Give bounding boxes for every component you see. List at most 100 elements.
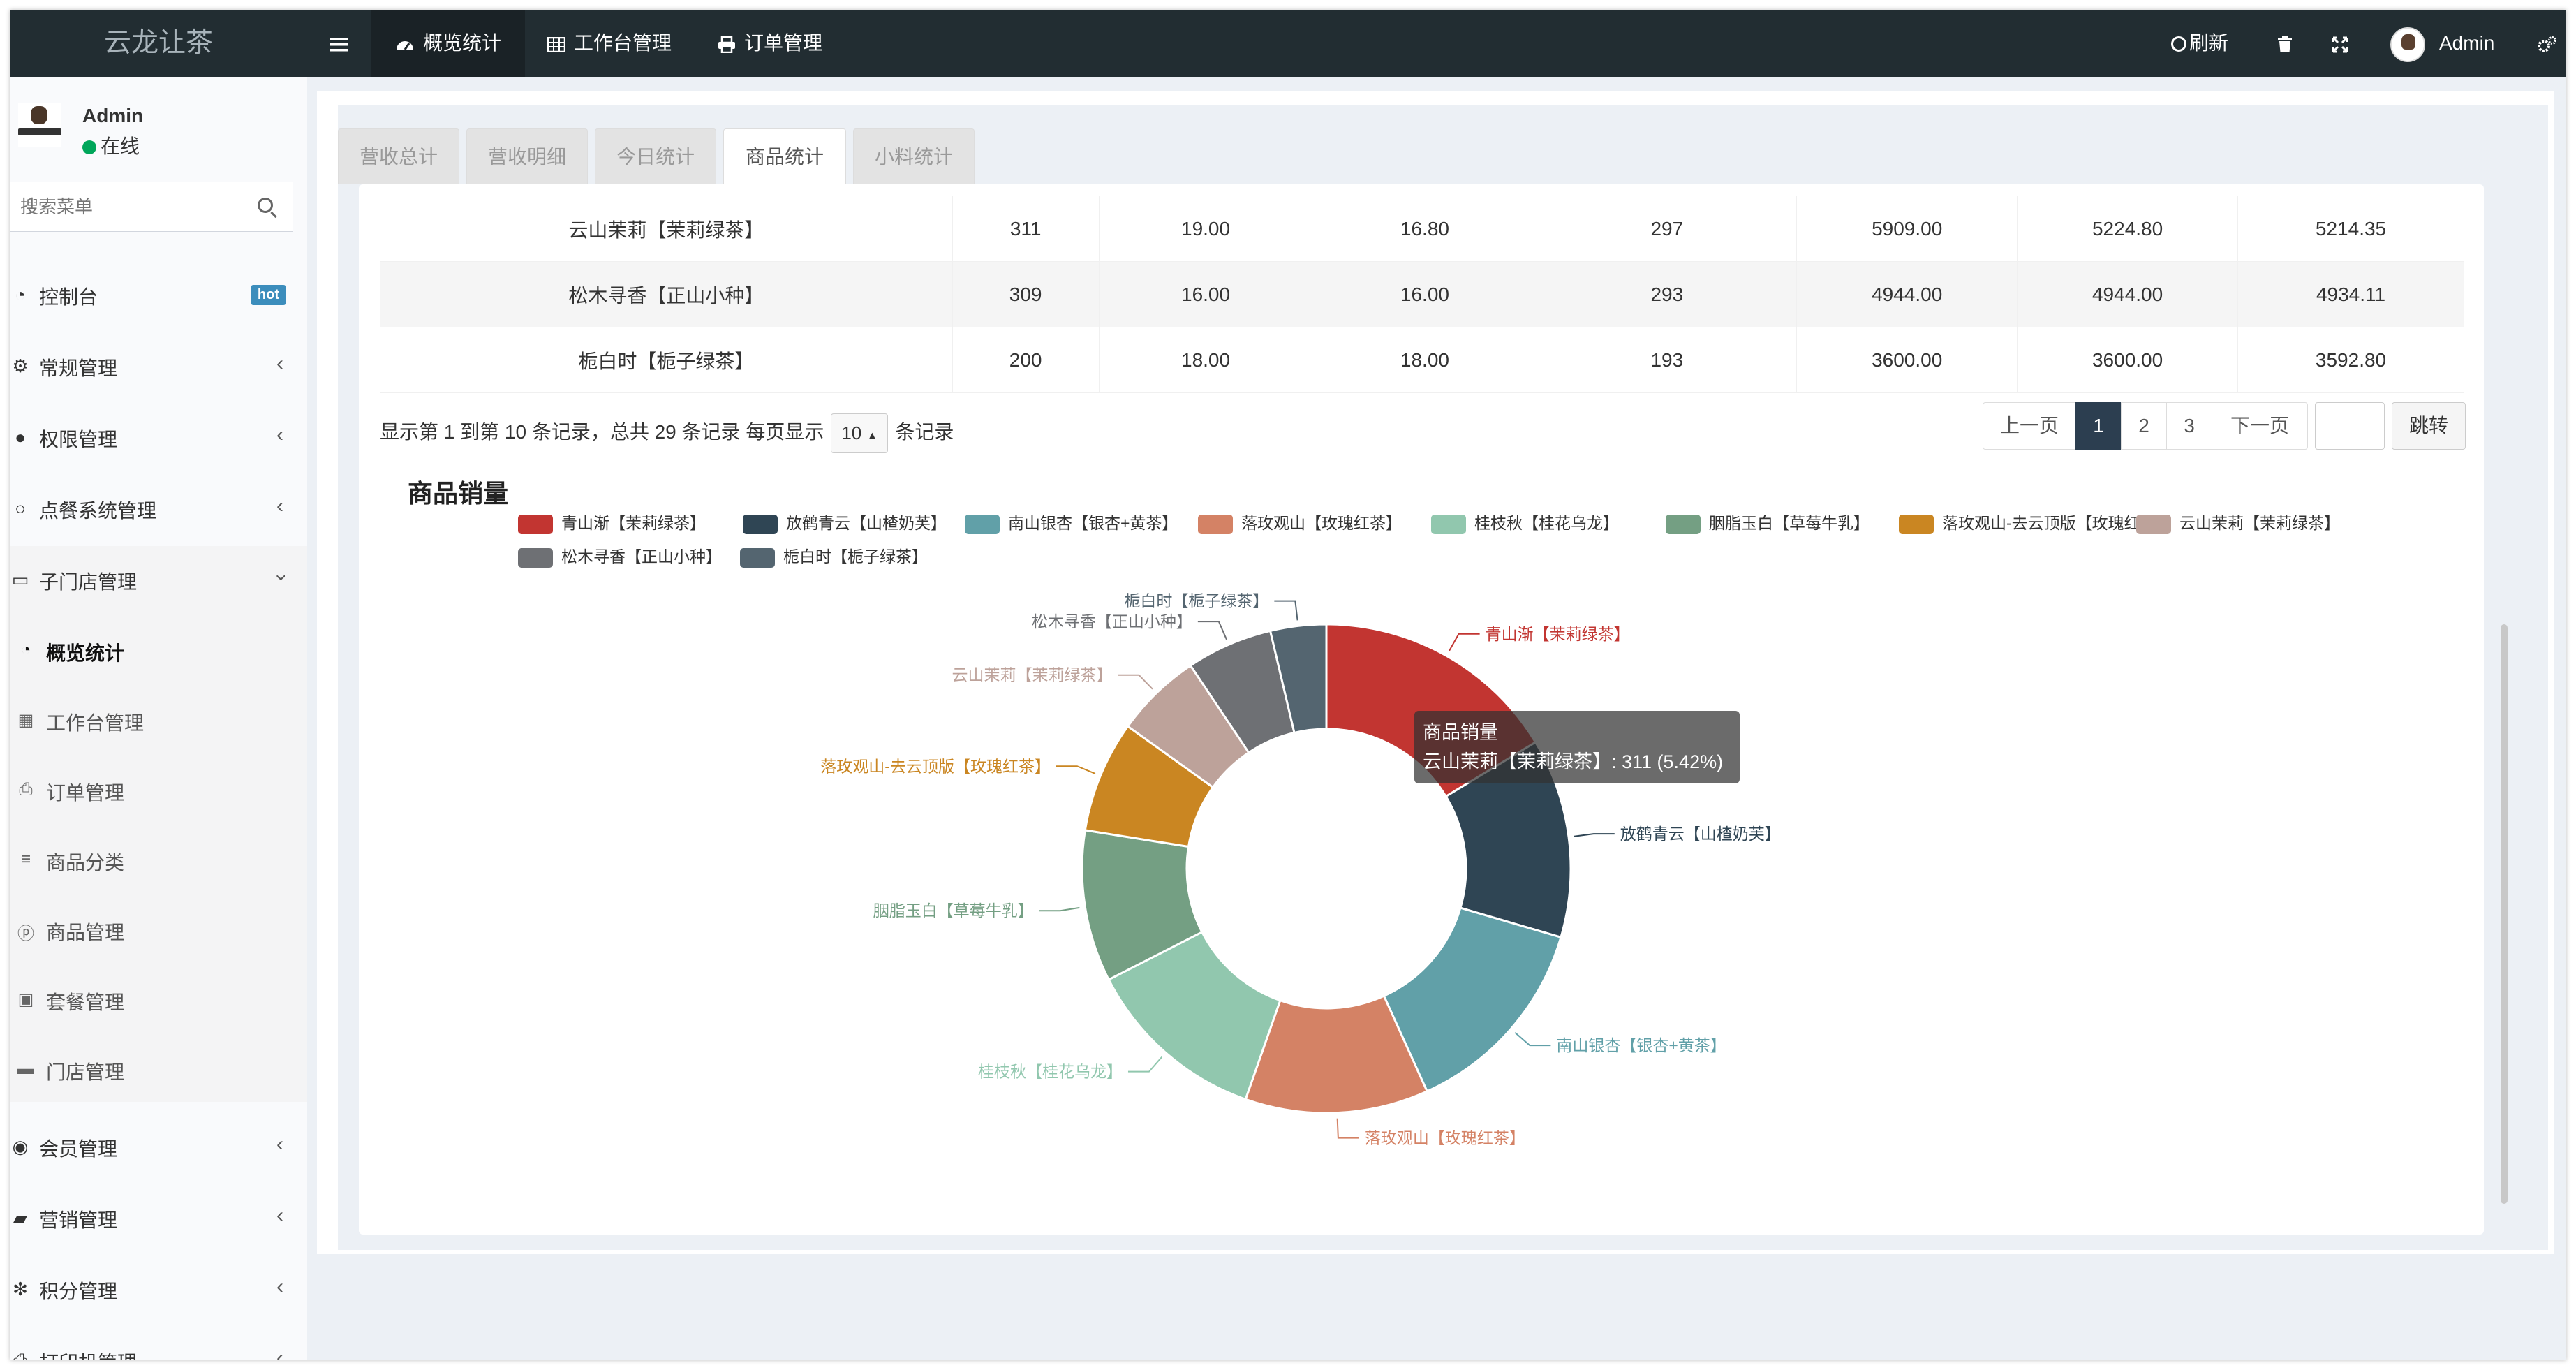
menu-search-input[interactable] bbox=[10, 182, 248, 231]
sidebar-item-ordering-system[interactable]: ○ 点餐系统管理 ‹ bbox=[10, 473, 307, 543]
sidebar-item-marketing[interactable]: ▰ 营销管理 ‹ bbox=[10, 1183, 307, 1253]
chart-tooltip: 商品销量 云山茉莉【茉莉绿茶】: 311 (5.42%) bbox=[1414, 711, 1740, 783]
label-leader-line bbox=[1574, 833, 1615, 837]
chevron-left-icon: ‹ bbox=[276, 494, 283, 517]
label-leader-line bbox=[1449, 633, 1480, 651]
product-stats-panel: 云山茉莉【茉莉绿茶】 311 19.00 16.80 297 5909.00 5224.80… bbox=[359, 184, 2484, 1235]
sidebar: Admin 在线 ◔ 控制台 hot ⚙ 常规管理 ‹ ● 权限管理 ‹ ○ 点… bbox=[10, 77, 307, 1360]
tab-revenue-detail[interactable]: 营收明细 bbox=[466, 128, 588, 184]
nav-tab-orders[interactable]: 订单管理 bbox=[718, 10, 822, 77]
briefcase-icon: ▣ bbox=[17, 990, 34, 1009]
sidebar-subitem-products[interactable]: ⓟ 商品管理 bbox=[10, 895, 307, 965]
cogs-icon: ⚙ bbox=[12, 355, 29, 376]
user-status: 在线 bbox=[82, 131, 140, 159]
top-navbar: 云龙让茶 概览统计 工作台管理 订单管理 刷新 Admin bbox=[10, 10, 2566, 77]
label-leader-line bbox=[1118, 674, 1153, 690]
tab-today-stats[interactable]: 今日统计 bbox=[595, 128, 716, 184]
circle-o-icon: ○ bbox=[15, 498, 26, 519]
tabs-container: 营收总计 营收明细 今日统计 商品统计 小料统计 云山茉莉【茉莉绿茶】 311 19… bbox=[338, 105, 2548, 1250]
print-icon: ⎙ bbox=[19, 780, 33, 799]
product-hunt-icon: ⓟ bbox=[17, 925, 34, 943]
table-icon bbox=[547, 10, 566, 77]
dashboard-icon: ◔ bbox=[20, 640, 31, 659]
slice-label: 松木寻香【正山小种】 bbox=[1032, 612, 1192, 631]
label-leader-line bbox=[1197, 621, 1227, 640]
sidebar-item-dashboard[interactable]: ◔ 控制台 hot bbox=[10, 260, 307, 330]
user-menu[interactable]: Admin bbox=[2390, 10, 2494, 77]
slice-label: 桂枝秋【桂花乌龙】 bbox=[978, 1063, 1123, 1081]
menu-search bbox=[10, 182, 293, 232]
label-leader-line bbox=[1336, 1118, 1359, 1139]
label-leader-line bbox=[1127, 1056, 1163, 1073]
shopping-bag-icon: ▰ bbox=[13, 1207, 27, 1228]
tab-product-stats[interactable]: 商品统计 bbox=[723, 128, 846, 186]
label-leader-line bbox=[1274, 600, 1298, 621]
desktop-icon: ▭ bbox=[11, 569, 29, 590]
store-icon: ▬ bbox=[17, 1059, 34, 1078]
content-area: 营收总计 营收明细 今日统计 商品统计 小料统计 云山茉莉【茉莉绿茶】 311 19… bbox=[317, 77, 2566, 1360]
app-logo[interactable]: 云龙让茶 bbox=[10, 10, 307, 77]
pinwheel-icon: ✻ bbox=[13, 1279, 28, 1299]
user-avatar bbox=[18, 103, 61, 147]
chevron-left-icon: ‹ bbox=[276, 352, 283, 375]
trash-icon[interactable] bbox=[2277, 10, 2293, 77]
user-name: Admin bbox=[82, 105, 144, 126]
tabs-header: 营收总计 营收明细 今日统计 商品统计 小料统计 bbox=[338, 105, 2548, 186]
slice-label: 落玫观山【玫瑰红茶】 bbox=[1365, 1129, 1525, 1147]
slice-label: 南山银杏【银杏+黄茶】 bbox=[1556, 1036, 1726, 1054]
avatar bbox=[2390, 27, 2425, 62]
sidebar-item-branch-stores[interactable]: ▭ 子门店管理 ‹ bbox=[10, 545, 307, 614]
chevron-left-icon: ‹ bbox=[276, 1133, 283, 1156]
fullscreen-icon[interactable] bbox=[2332, 10, 2348, 77]
slice-label: 胭脂玉白【草莓牛乳】 bbox=[873, 901, 1034, 920]
user-circle-icon: ◉ bbox=[12, 1136, 29, 1157]
tab-revenue-total[interactable]: 营收总计 bbox=[338, 128, 459, 184]
slice-label: 放鹤青云【山楂奶芙】 bbox=[1620, 825, 1781, 843]
sidebar-item-members[interactable]: ◉ 会员管理 ‹ bbox=[10, 1112, 307, 1181]
user-panel: Admin 在线 bbox=[10, 77, 307, 175]
sidebar-subitem-combos[interactable]: ▣ 套餐管理 bbox=[10, 965, 307, 1035]
sales-donut-chart: 青山渐【茉莉绿茶】放鹤青云【山楂奶芙】南山银杏【银杏+黄茶】落玫观山【玫瑰红茶】… bbox=[820, 592, 1781, 1147]
slice-label: 落玫观山-去云顶版【玫瑰红茶】 bbox=[820, 757, 1051, 775]
slice-label: 青山渐【茉莉绿茶】 bbox=[1486, 625, 1630, 643]
sidebar-toggle-icon[interactable] bbox=[330, 10, 348, 77]
chevron-down-icon: ‹ bbox=[268, 574, 291, 581]
refresh-button[interactable]: 刷新 bbox=[2171, 10, 2228, 77]
nav-tab-workbench[interactable]: 工作台管理 bbox=[547, 10, 672, 77]
content-panel: 营收总计 营收明细 今日统计 商品统计 小料统计 云山茉莉【茉莉绿茶】 311 19… bbox=[317, 91, 2554, 1254]
label-leader-line bbox=[1056, 765, 1096, 774]
scrollbar-thumb[interactable] bbox=[2501, 624, 2508, 1204]
sidebar-item-general[interactable]: ⚙ 常规管理 ‹ bbox=[10, 331, 307, 401]
online-dot-icon bbox=[82, 140, 96, 154]
printer-icon: ⎙ bbox=[13, 1350, 28, 1360]
circle-icon bbox=[2171, 36, 2186, 52]
chevron-left-icon: ‹ bbox=[276, 1346, 283, 1360]
sidebar-item-permissions[interactable]: ● 权限管理 ‹ bbox=[10, 402, 307, 472]
label-leader-line bbox=[1514, 1032, 1551, 1047]
dashboard-icon: ◔ bbox=[15, 284, 26, 305]
slice-label: 云山茉莉【茉莉绿茶】 bbox=[952, 666, 1112, 684]
chevron-left-icon: ‹ bbox=[276, 1204, 283, 1227]
sidebar-subitem-stores[interactable]: ▬ 门店管理 bbox=[10, 1035, 307, 1105]
print-icon bbox=[718, 10, 736, 77]
slice-label: 栀白时【栀子绿茶】 bbox=[1124, 592, 1268, 610]
search-icon[interactable] bbox=[258, 198, 273, 213]
sidebar-subitem-overview[interactable]: ◔ 概览统计 bbox=[10, 616, 307, 686]
label-leader-line bbox=[1039, 906, 1080, 912]
sidebar-subitem-workbench[interactable]: ▦ 工作台管理 bbox=[10, 686, 307, 756]
scrollbar[interactable] bbox=[2498, 184, 2510, 1235]
list-icon: ≡ bbox=[20, 850, 31, 869]
chevron-left-icon: ‹ bbox=[276, 423, 283, 446]
settings-gears-icon[interactable] bbox=[2537, 10, 2558, 77]
table-icon: ▦ bbox=[17, 711, 34, 730]
sidebar-subitem-orders[interactable]: ⎙ 订单管理 bbox=[10, 756, 307, 825]
sidebar-subitem-categories[interactable]: ≡ 商品分类 bbox=[10, 825, 307, 895]
sidebar-item-printers[interactable]: ⎙ 打印机管理 ‹ bbox=[10, 1325, 307, 1360]
hot-badge: hot bbox=[250, 285, 286, 305]
dashboard-icon bbox=[395, 10, 415, 77]
nav-tab-overview[interactable]: 概览统计 bbox=[371, 10, 526, 77]
sidebar-item-points[interactable]: ✻ 积分管理 ‹ bbox=[10, 1254, 307, 1324]
tab-topping-stats[interactable]: 小料统计 bbox=[853, 128, 975, 184]
group-icon: ● bbox=[15, 427, 26, 448]
chevron-left-icon: ‹ bbox=[276, 1275, 283, 1298]
